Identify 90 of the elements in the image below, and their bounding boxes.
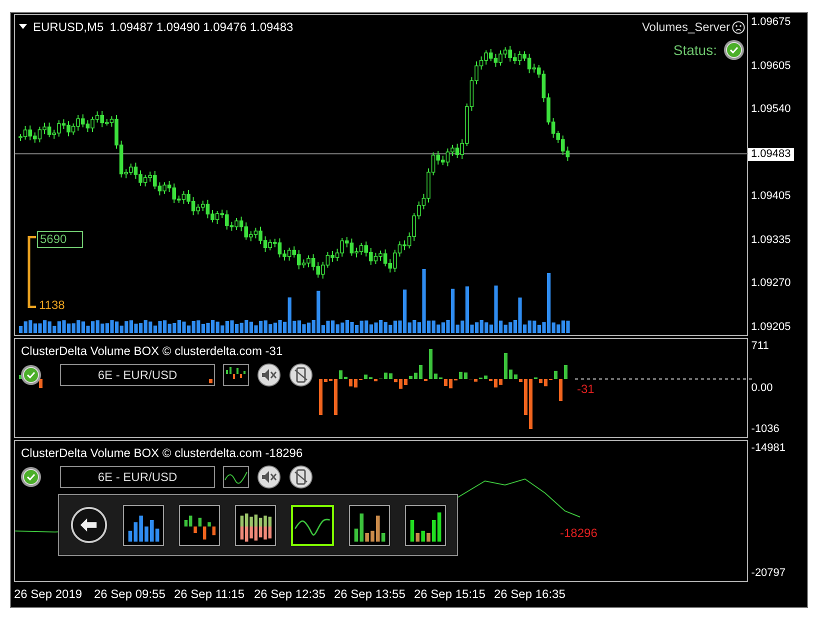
negative-delta-bar bbox=[354, 379, 358, 388]
positive-delta-bar bbox=[344, 376, 348, 379]
chart-mode-button[interactable] bbox=[349, 504, 390, 546]
time-axis-label: 26 Sep 16:35 bbox=[494, 586, 566, 603]
axis-label: 1.09270 bbox=[750, 277, 792, 290]
positive-delta-bar bbox=[389, 373, 392, 379]
last-value-label: -18296 bbox=[560, 525, 598, 542]
mini-histogram-icon[interactable] bbox=[223, 364, 249, 386]
status-check-icon[interactable] bbox=[723, 39, 745, 61]
chart-mode-button[interactable] bbox=[405, 504, 446, 546]
negative-delta-bar bbox=[524, 379, 528, 415]
negative-delta-bar bbox=[334, 379, 338, 415]
time-axis-label: 26 Sep 11:15 bbox=[174, 586, 246, 603]
positive-delta-bar bbox=[414, 372, 418, 379]
negative-delta-bar bbox=[559, 379, 562, 401]
positive-delta-bar bbox=[564, 365, 568, 379]
chart-mode-button[interactable] bbox=[235, 504, 276, 546]
positive-delta-bar bbox=[364, 374, 368, 379]
negative-delta-bar bbox=[349, 379, 352, 386]
volume-high-label: 5690 bbox=[37, 231, 83, 248]
indicator-title: ClusterDelta Volume BOX © clusterdelta.com -31 bbox=[20, 343, 284, 360]
positive-delta-bar bbox=[484, 376, 488, 379]
sound-muted-icon[interactable] bbox=[257, 465, 281, 489]
chart-mode-button[interactable] bbox=[179, 504, 220, 546]
status-check-icon[interactable] bbox=[20, 364, 42, 386]
negative-delta-bar bbox=[374, 379, 378, 382]
current-price-label: 1.09483 bbox=[748, 148, 794, 161]
symbol-label: EURUSD,M5 bbox=[33, 19, 104, 36]
negative-delta-bar bbox=[209, 379, 212, 384]
negative-delta-bar bbox=[494, 379, 498, 388]
status-check-icon[interactable] bbox=[20, 466, 42, 488]
positive-delta-bar bbox=[504, 353, 508, 379]
instrument-field[interactable]: 6E - EUR/USD bbox=[60, 466, 215, 488]
back-arrow-button[interactable] bbox=[70, 505, 108, 545]
negative-delta-bar bbox=[489, 379, 492, 382]
server-label: Volumes_Server bbox=[642, 19, 730, 36]
negative-delta-bar bbox=[424, 379, 428, 382]
positive-delta-bar bbox=[459, 372, 462, 379]
axis-label: -20797 bbox=[750, 567, 787, 580]
positive-delta-bar bbox=[419, 365, 422, 379]
positive-delta-bar bbox=[464, 372, 468, 379]
negative-delta-bar bbox=[324, 379, 328, 382]
axis-label: 0.00 bbox=[750, 382, 774, 394]
status-label: Status: bbox=[673, 40, 717, 60]
volume-scale-bracket-icon bbox=[27, 236, 37, 308]
instrument-field[interactable]: 6E - EUR/USD bbox=[60, 364, 215, 386]
positive-delta-bar bbox=[429, 349, 432, 379]
negative-delta-bar bbox=[539, 379, 542, 384]
volume-low-label: 1138 bbox=[38, 298, 66, 312]
positive-delta-bar bbox=[554, 370, 558, 379]
axis-label: 1.09335 bbox=[750, 234, 792, 247]
negative-delta-bar bbox=[529, 379, 532, 429]
dropdown-arrow-icon[interactable] bbox=[19, 24, 27, 30]
time-axis-label: 26 Sep 12:35 bbox=[254, 586, 326, 603]
axis-label: 711 bbox=[750, 340, 770, 353]
axis-label: 1.09205 bbox=[750, 320, 792, 334]
negative-delta-bar bbox=[499, 379, 502, 385]
axis-label: 1.09675 bbox=[750, 16, 792, 29]
axis-label: 1.09605 bbox=[750, 60, 792, 73]
negative-delta-bar bbox=[544, 379, 548, 386]
axis-label: -14981 bbox=[750, 442, 787, 455]
positive-delta-bar bbox=[339, 370, 342, 379]
axis-label: -1036 bbox=[750, 423, 780, 436]
negative-delta-bar bbox=[394, 379, 398, 382]
sound-muted-icon[interactable] bbox=[257, 363, 281, 387]
negative-delta-bar bbox=[444, 379, 448, 386]
positive-delta-bar bbox=[384, 372, 388, 379]
time-axis-label: 26 Sep 09:55 bbox=[94, 586, 166, 603]
time-axis-label: 26 Sep 13:55 bbox=[334, 586, 406, 603]
negative-delta-bar bbox=[399, 379, 402, 389]
negative-delta-bar bbox=[449, 379, 452, 388]
time-axis-label: 26 Sep 2019 bbox=[14, 586, 84, 603]
axis-label: 1.09405 bbox=[750, 190, 792, 204]
positive-delta-bar bbox=[409, 376, 412, 379]
time-axis-label: 26 Sep 15:15 bbox=[414, 586, 486, 603]
last-value-label: -31 bbox=[577, 381, 594, 398]
positive-delta-bar bbox=[509, 370, 512, 379]
negative-delta-bar bbox=[39, 379, 42, 388]
negative-delta-bar bbox=[519, 379, 522, 382]
indicator-title: ClusterDelta Volume BOX © clusterdelta.com -18296 bbox=[20, 445, 304, 462]
negative-delta-bar bbox=[319, 379, 322, 415]
sad-face-icon bbox=[732, 20, 745, 34]
chart-mode-button[interactable] bbox=[123, 504, 164, 546]
negative-delta-bar bbox=[404, 379, 408, 386]
positive-delta-bar bbox=[514, 374, 518, 379]
negative-delta-bar bbox=[474, 379, 478, 382]
quote-values: 1.09487 1.09490 1.09476 1.09483 bbox=[110, 19, 294, 36]
phone-icon[interactable] bbox=[289, 363, 313, 387]
axis-label: 1.09540 bbox=[750, 103, 792, 116]
phone-icon[interactable] bbox=[289, 465, 313, 489]
